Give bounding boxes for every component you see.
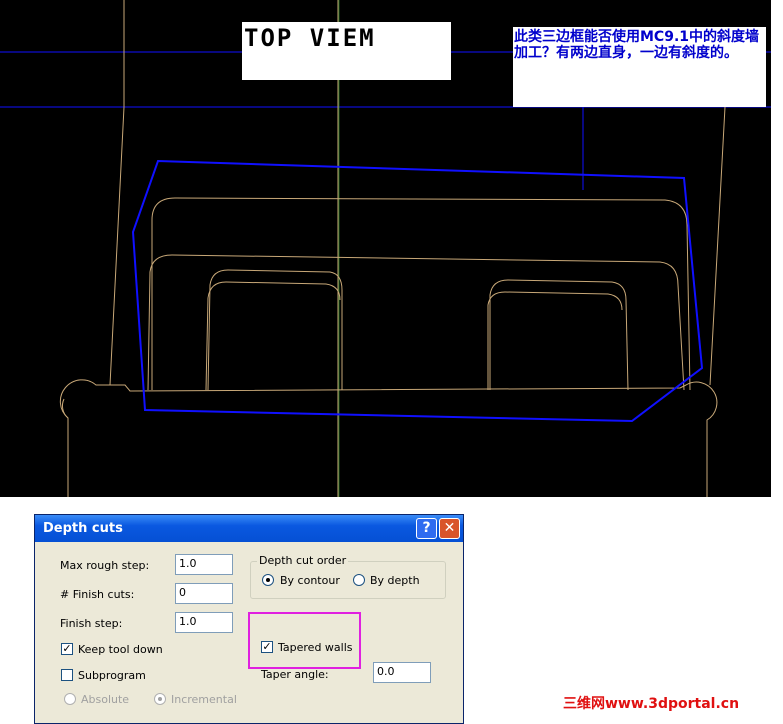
keep-tool-down-label: Keep tool down	[78, 643, 163, 656]
base-bump-left	[61, 398, 69, 419]
taper-angle-label: Taper angle:	[261, 668, 329, 681]
graphics-viewport[interactable]: TOP VIEM 此类三边框能否使用MC9.1中的斜度墙加工？有两边直身，一边有…	[0, 0, 771, 497]
incremental-radio[interactable]	[154, 693, 166, 705]
subprogram-checkbox[interactable]	[61, 669, 73, 681]
pocket-left-1	[207, 269, 343, 391]
by-contour-radio[interactable]	[262, 574, 274, 586]
incremental-label: Incremental	[171, 693, 237, 706]
absolute-label: Absolute	[81, 693, 130, 706]
close-button[interactable]: ✕	[439, 518, 460, 539]
absolute-radio[interactable]	[64, 693, 76, 705]
boss-inner	[147, 254, 685, 391]
help-button[interactable]: ?	[416, 518, 437, 539]
view-label: TOP VIEM	[242, 22, 451, 80]
dialog-title: Depth cuts	[43, 521, 123, 536]
site-watermark: 三维网www.3dportal.cn	[563, 696, 740, 712]
max-rough-step-input[interactable]: 1.0	[175, 554, 233, 575]
dialog-title-bar[interactable]: Depth cuts	[35, 515, 463, 542]
question-note: 此类三边框能否使用MC9.1中的斜度墙加工？有两边直身，一边有斜度的。	[513, 27, 766, 107]
finish-cuts-input[interactable]: 0	[175, 583, 233, 604]
depth-cuts-dialog: Depth cuts ? ✕ Max rough step: 1.0 # Fin…	[34, 514, 464, 724]
max-rough-step-label: Max rough step:	[60, 559, 150, 572]
pocket-left-2	[205, 281, 341, 391]
keep-tool-down-checkbox[interactable]: ✓	[61, 643, 73, 655]
taper-angle-input[interactable]: 0.0	[373, 662, 431, 683]
tapered-walls-checkbox[interactable]: ✓	[261, 641, 273, 653]
depth-cut-order-title: Depth cut order	[257, 554, 349, 567]
by-depth-radio[interactable]	[353, 574, 365, 586]
base-outline	[59, 379, 718, 497]
pocket-right-2	[487, 291, 623, 390]
subprogram-label: Subprogram	[78, 669, 146, 682]
finish-step-input[interactable]: 1.0	[175, 612, 233, 633]
finish-cuts-label: # Finish cuts:	[60, 588, 135, 601]
by-contour-label: By contour	[280, 574, 340, 587]
finish-step-label: Finish step:	[60, 617, 123, 630]
pocket-right-1	[489, 279, 629, 391]
by-depth-label: By depth	[370, 574, 420, 587]
tapered-walls-label: Tapered walls	[278, 641, 353, 654]
